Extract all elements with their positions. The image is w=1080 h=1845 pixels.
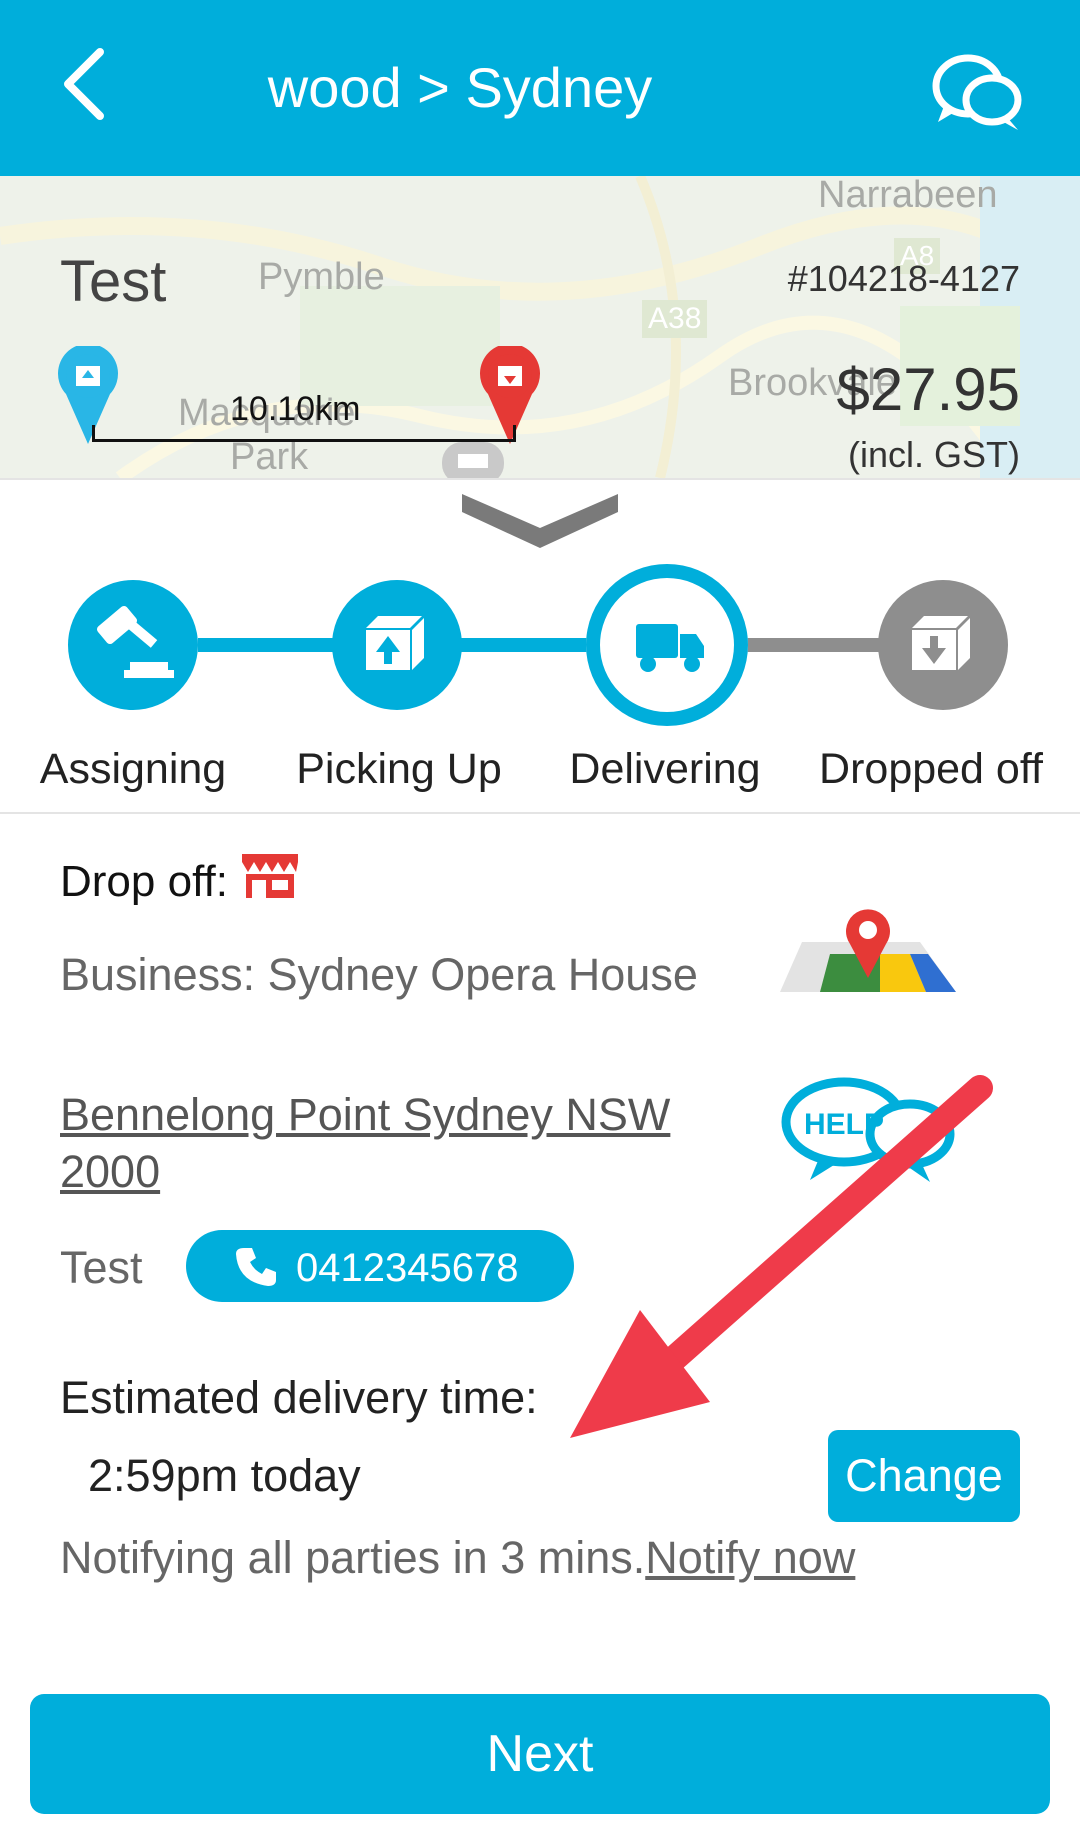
back-button[interactable] [52, 44, 122, 124]
next-button[interactable]: Next [30, 1694, 1050, 1814]
phone-icon [236, 1248, 276, 1286]
map-label: Park [230, 436, 309, 478]
eta-time: 2:59pm today [88, 1450, 361, 1501]
step-dropped-off [878, 580, 1008, 710]
step-label: Assigning [39, 745, 227, 793]
storefront-icon [242, 854, 299, 898]
step-label: Delivering [569, 745, 761, 793]
expand-chevron-icon[interactable] [462, 488, 618, 550]
gavel-icon [97, 605, 174, 678]
page-title: wood > Sydney [267, 56, 653, 119]
vehicle-icon [442, 442, 504, 478]
gst-note: (incl. GST) [847, 434, 1020, 475]
chevron-left-icon [64, 48, 104, 120]
app-header: wood > Sydney [0, 0, 1080, 176]
notify-text: Notifying all parties in 3 mins. [60, 1532, 646, 1583]
call-button[interactable]: 0412345678 [186, 1230, 574, 1302]
annotation-arrow [570, 1075, 993, 1438]
distance-label: 10.10km [230, 390, 361, 428]
order-price: $27.95 [836, 356, 1020, 423]
step-delivering [586, 564, 748, 726]
divider [0, 478, 1080, 480]
box-up-icon [366, 616, 424, 670]
box-down-icon [912, 616, 970, 670]
step-picking-up [332, 580, 462, 710]
progress-line-pending [740, 638, 890, 652]
dropoff-label: Drop off: [60, 857, 228, 906]
road-label: A38 [642, 300, 708, 338]
order-name: Test [60, 249, 167, 314]
phone-number: 0412345678 [296, 1246, 519, 1290]
contact-name: Test [60, 1242, 143, 1293]
notify-now-link[interactable]: Notify now [645, 1532, 855, 1583]
chat-button[interactable] [930, 48, 1030, 138]
step-assigning [68, 580, 198, 710]
map-label: Narrabeen [818, 176, 998, 216]
map-label: Pymble [258, 256, 385, 298]
business-name: Business: Sydney Opera House [60, 949, 698, 1000]
maps-app-icon[interactable] [780, 892, 956, 1002]
divider [0, 812, 1080, 814]
step-label: Dropped off [819, 745, 1043, 793]
step-label: Picking Up [296, 745, 502, 793]
dropoff-heading: Drop off: [60, 852, 300, 907]
notify-row: Notifying all parties in 3 mins.Notify n… [60, 1532, 855, 1584]
eta-label: Estimated delivery time: [60, 1372, 538, 1423]
truck-icon [636, 624, 704, 672]
order-id: #104218-4127 [787, 258, 1020, 299]
chat-bubbles-icon [932, 54, 1022, 130]
